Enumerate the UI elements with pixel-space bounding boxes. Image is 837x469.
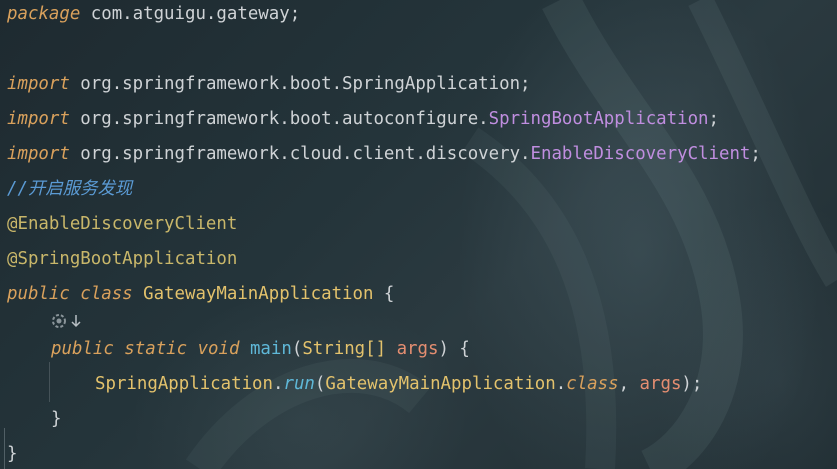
code-editor[interactable]: package com.atguigu.gateway; import org.… (0, 0, 837, 469)
code-line-class-decl: public class GatewayMainApplication { (7, 281, 394, 307)
down-arrow-icon (71, 315, 81, 328)
import-path: org.springframework.cloud.client.discove… (69, 144, 531, 164)
run-gutter-icon[interactable] (50, 312, 68, 330)
semicolon: ; (750, 144, 761, 164)
paren: ( (314, 374, 326, 394)
keyword-public-static-void: public static void (51, 339, 240, 359)
call-method: run (283, 374, 315, 394)
import-path: org.springframework.boot.autoconfigure. (69, 109, 489, 129)
code-line-run-call: SpringApplication.run(GatewayMainApplica… (95, 371, 702, 397)
import-class: SpringBootApplication (488, 109, 709, 129)
param-type: String[] (302, 339, 387, 359)
dot: . (273, 374, 284, 394)
semicolon: ; (708, 109, 719, 129)
code-line-comment: //开启服务发现 (7, 179, 133, 199)
paren: ) (438, 339, 449, 359)
code-line-annotation-boot: @SpringBootApplication (7, 249, 238, 269)
keyword-class: class (566, 374, 619, 394)
call-class: SpringApplication (95, 374, 273, 394)
paren: ( (291, 339, 303, 359)
keyword-import: import (7, 74, 70, 94)
code-line-method-decl: public static void main(String[] args) { (51, 336, 470, 362)
code-line-package: package com.atguigu.gateway; (7, 1, 300, 27)
open-brace: { (448, 339, 470, 359)
comma: , (618, 374, 640, 394)
code-line-import-2: import org.springframework.boot.autoconf… (7, 106, 719, 132)
keyword-public-class: public class (7, 284, 133, 304)
run-gutter[interactable] (50, 310, 82, 332)
import-path: org.springframework.boot.SpringApplicati… (69, 74, 531, 94)
code-line-class-close: } (7, 444, 18, 464)
indent-guide (49, 362, 50, 402)
import-class: EnableDiscoveryClient (530, 144, 751, 164)
code-line-import-1: import org.springframework.boot.SpringAp… (7, 71, 531, 97)
call-arg-class: GatewayMainApplication (325, 374, 556, 394)
keyword-import: import (7, 144, 70, 164)
method-name: main (239, 339, 292, 359)
keyword-import: import (7, 109, 70, 129)
call-arg-args: args (639, 374, 682, 394)
class-scope-guide (4, 428, 5, 469)
class-name: GatewayMainApplication (132, 284, 374, 304)
close-paren: ); (681, 374, 703, 394)
open-brace: { (373, 284, 395, 304)
code-line-method-close: } (51, 409, 62, 429)
package-name: com.atguigu.gateway; (80, 4, 301, 24)
code-line-annotation-discovery: @EnableDiscoveryClient (7, 214, 238, 234)
code-line-import-3: import org.springframework.cloud.client.… (7, 141, 761, 167)
dot: . (555, 374, 567, 394)
param-name: args (396, 339, 439, 359)
keyword-package: package (7, 4, 81, 24)
